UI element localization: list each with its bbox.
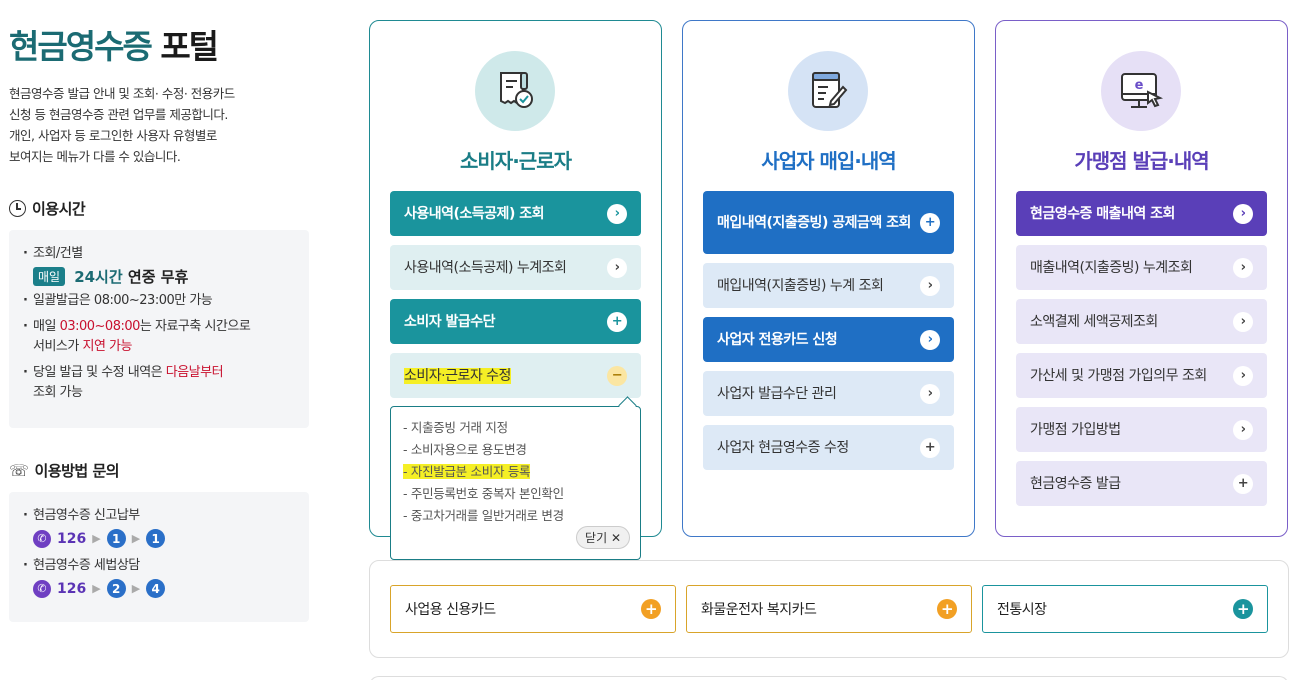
business-modify-button[interactable]: 사업자 현금영수증 수정 + — [703, 425, 954, 470]
arrow-right-icon: ▶ — [92, 582, 101, 595]
close-button[interactable]: 닫기 ✕ — [576, 526, 630, 549]
chevron-right-icon: › — [920, 275, 940, 296]
consumer-issuance-button[interactable]: 소비자 발급수단 + — [390, 299, 641, 344]
submenu-item[interactable]: - 자진발급분 소비자 등록 — [403, 461, 628, 483]
special-card-bar: 사업용 신용카드 + 화물운전자 복지카드 + 전통시장 + — [369, 560, 1289, 658]
business-card-apply-button[interactable]: 사업자 전용카드 신청 › — [703, 317, 954, 362]
arrow-right-icon: ▶ — [131, 582, 141, 595]
traditional-market-button[interactable]: 전통시장 + — [982, 585, 1268, 633]
merchant-join-button[interactable]: 가맹점 가입방법 › — [1016, 407, 1267, 452]
chevron-right-icon: › — [1233, 203, 1253, 224]
submenu-item[interactable]: - 중고차거래를 일반거래로 변경 — [403, 505, 628, 527]
plus-icon: + — [607, 311, 627, 332]
usage-inquiry-button[interactable]: 사용내역(소득공제) 조회 › — [390, 191, 641, 236]
card-title: 소비자·근로자 — [460, 149, 572, 173]
receipt-check-icon — [475, 51, 555, 131]
hours-batch: 일괄발급은 08:00~23:00만 가능 — [23, 291, 295, 311]
chevron-right-icon: › — [1233, 257, 1253, 278]
chevron-right-icon: › — [1233, 311, 1253, 332]
card-business-purchase: 사업자 매입·내역 매입내역(지출증빙) 공제금액 조회 + 매입내역(지출증빙… — [682, 20, 975, 537]
arrow-right-icon: ▶ — [92, 532, 101, 545]
document-pen-icon — [788, 51, 868, 131]
submenu-item[interactable]: - 소비자용으로 용도변경 — [403, 439, 628, 461]
consumer-modify-button[interactable]: 소비자·근로자 수정 − — [390, 353, 641, 398]
business-credit-card-button[interactable]: 사업용 신용카드 + — [390, 585, 676, 633]
plus-icon: + — [920, 212, 940, 233]
usage-cumulative-button[interactable]: 사용내역(소득공제) 누계조회 › — [390, 245, 641, 290]
chevron-right-icon: › — [920, 329, 940, 350]
submenu-item[interactable]: - 주민등록번호 중복자 본인확인 — [403, 483, 628, 505]
plus-icon: + — [1233, 599, 1253, 619]
card-title: 사업자 매입·내역 — [761, 149, 896, 173]
chevron-right-icon: › — [920, 383, 940, 404]
arrow-right-icon: ▶ — [131, 532, 141, 545]
card-consumer: 소비자·근로자 사용내역(소득공제) 조회 › 사용내역(소득공제) 누계조회 … — [369, 20, 662, 560]
freight-driver-card-button[interactable]: 화물운전자 복지카드 + — [686, 585, 972, 633]
portal-description: 현금영수증 발급 안내 및 조회· 수정· 전용카드 신청 등 현금영수증 관련… — [9, 86, 235, 164]
penalty-obligation-button[interactable]: 가산세 및 가맹점 가입의무 조회 › — [1016, 353, 1267, 398]
plus-icon: + — [641, 599, 661, 619]
chevron-right-icon: › — [607, 257, 627, 278]
modify-submenu: - 지출증빙 거래 지정 - 소비자용으로 용도변경 - 자진발급분 소비자 등… — [390, 406, 641, 560]
daily-badge: 매일 — [33, 267, 66, 286]
chevron-right-icon: › — [1233, 365, 1253, 386]
svg-text:e: e — [1135, 78, 1144, 93]
monitor-cursor-icon: e — [1101, 51, 1181, 131]
contact-heading: ☏ 이용방법 문의 — [9, 461, 120, 480]
small-payment-credit-button[interactable]: 소액결제 세액공제조회 › — [1016, 299, 1267, 344]
phone-icon: ✆ — [33, 579, 51, 598]
purchase-cumulative-button[interactable]: 매입내역(지출증빙) 누계 조회 › — [703, 263, 954, 308]
business-issuance-button[interactable]: 사업자 발급수단 관리 › — [703, 371, 954, 416]
chevron-right-icon: › — [1233, 419, 1253, 440]
page-title: 현금영수증 포털 — [9, 27, 219, 66]
chevron-right-icon: › — [607, 203, 627, 224]
submenu-item[interactable]: - 지출증빙 거래 지정 — [403, 417, 628, 439]
sales-inquiry-button[interactable]: 현금영수증 매출내역 조회 › — [1016, 191, 1267, 236]
hours-box: 조회/건별 매일 24시간 연중 무휴 일괄발급은 08:00~23:00만 가… — [9, 230, 309, 428]
hours-maintenance: 매일 03:00~08:00는 자료구축 시간으로 서비스가 지연 가능 — [23, 317, 295, 357]
card-merchant: e 가맹점 발급·내역 현금영수증 매출내역 조회 › 매출내역(지출증빙) 누… — [995, 20, 1288, 537]
plus-icon: + — [937, 599, 957, 619]
purchase-deduction-button[interactable]: 매입내역(지출증빙) 공제금액 조회 + — [703, 191, 954, 254]
hours-sameday: 당일 발급 및 수정 내역은 다음날부터 조회 가능 — [23, 363, 295, 403]
contact-item: 현금영수증 신고납부 ✆ 126 ▶ 1 ▶ 1 — [23, 506, 295, 548]
receipt-issue-button[interactable]: 현금영수증 발급 + — [1016, 461, 1267, 506]
phone-icon: ☏ — [9, 461, 29, 480]
hours-heading: 이용시간 — [9, 198, 86, 219]
plus-icon: + — [1233, 473, 1253, 494]
contact-item: 현금영수증 세법상담 ✆ 126 ▶ 2 ▶ 4 — [23, 556, 295, 598]
contact-box: 현금영수증 신고납부 ✆ 126 ▶ 1 ▶ 1 현금영수증 세법상담 ✆ 12… — [9, 492, 309, 622]
clock-icon — [9, 200, 26, 217]
hours-inquiry: 조회/건별 — [23, 244, 295, 264]
sales-cumulative-button[interactable]: 매출내역(지출증빙) 누계조회 › — [1016, 245, 1267, 290]
plus-icon: + — [920, 437, 940, 458]
phone-icon: ✆ — [33, 529, 51, 548]
minus-icon: − — [607, 365, 627, 386]
card-title: 가맹점 발급·내역 — [1074, 149, 1209, 173]
next-section-edge — [369, 676, 1289, 680]
